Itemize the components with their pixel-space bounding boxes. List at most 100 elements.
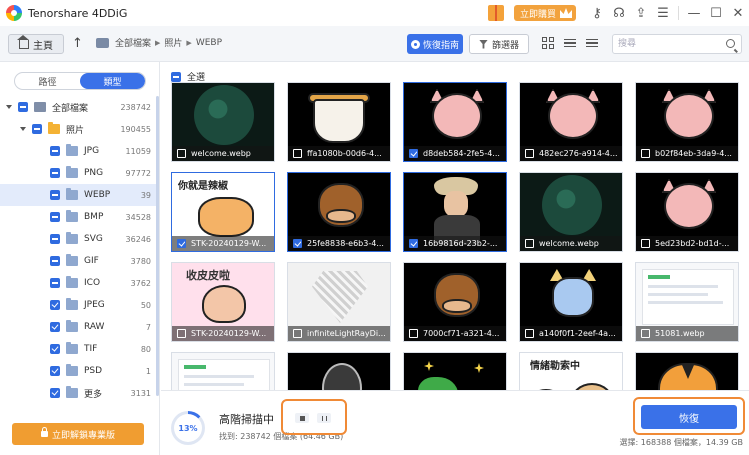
thumbnail-checkbox[interactable] xyxy=(525,149,534,158)
tree-item[interactable]: PSD 1 xyxy=(0,360,157,382)
thumbnail-checkbox[interactable] xyxy=(293,239,302,248)
minimize-icon[interactable]: — xyxy=(683,2,705,24)
tree-item-checkbox[interactable] xyxy=(50,278,60,288)
menu-icon[interactable]: ☰ xyxy=(652,2,674,24)
breadcrumb-item[interactable]: WEBP xyxy=(196,38,222,48)
thumbnail-tile[interactable]: 情緒勒索中 xyxy=(519,352,623,390)
thumbnail-tile[interactable]: 482ec276-a914-4... xyxy=(519,82,623,162)
tree-item-checkbox[interactable] xyxy=(32,124,42,134)
sidebar-scrollbar[interactable] xyxy=(156,96,159,396)
thumbnail-tile[interactable]: 51081.webp xyxy=(635,262,739,342)
thumbnail-checkbox[interactable] xyxy=(409,239,418,248)
thumbnail-checkbox[interactable] xyxy=(409,329,418,338)
tree-item-checkbox[interactable] xyxy=(50,146,60,156)
headset-icon[interactable]: ☊ xyxy=(608,2,630,24)
thumbnail-tile[interactable]: 你就是辣椒 STK-20240129-W... xyxy=(171,172,275,252)
tree-item-checkbox[interactable] xyxy=(50,234,60,244)
thumbnail-tile[interactable]: 收皮皮啦 STK-20240129-W... xyxy=(171,262,275,342)
thumbnail-checkbox[interactable] xyxy=(293,149,302,158)
filter-button[interactable]: 篩選器 xyxy=(469,34,529,54)
thumbnail-tile[interactable] xyxy=(287,352,391,390)
tree-item[interactable]: GIF 3780 xyxy=(0,250,157,272)
tree-item[interactable]: JPEG 50 xyxy=(0,294,157,316)
list-view-icon[interactable] xyxy=(563,36,577,50)
select-all-checkbox[interactable] xyxy=(171,71,181,82)
grid-view-icon[interactable] xyxy=(541,36,555,50)
thumbnail-checkbox[interactable] xyxy=(177,239,186,248)
share-icon[interactable]: ⇪ xyxy=(630,2,652,24)
thumbnail-checkbox[interactable] xyxy=(641,239,650,248)
thumbnail-tile[interactable]: 16b9816d-23b2-... xyxy=(403,172,507,252)
expand-arrow-icon[interactable] xyxy=(20,127,26,131)
thumbnail-tile[interactable]: welcome.webp xyxy=(519,172,623,252)
gift-icon[interactable] xyxy=(487,5,504,21)
tree-item-checkbox[interactable] xyxy=(50,388,60,398)
search-input[interactable] xyxy=(613,35,713,53)
thumbnail-checkbox[interactable] xyxy=(293,329,302,338)
pause-scan-button[interactable] xyxy=(317,413,331,423)
tree-item-count: 238742 xyxy=(120,102,151,112)
up-arrow-icon[interactable]: ↑ xyxy=(72,36,83,51)
thumbnail-tile[interactable] xyxy=(635,352,739,390)
home-button[interactable]: 主頁 xyxy=(8,34,64,54)
thumbnail-checkbox[interactable] xyxy=(409,149,418,158)
tree-item-checkbox[interactable] xyxy=(50,256,60,266)
tree-item-checkbox[interactable] xyxy=(18,102,28,112)
tree-item-label: 全部檔案 xyxy=(52,103,89,114)
tree-item[interactable]: ICO 3762 xyxy=(0,272,157,294)
tree-item-checkbox[interactable] xyxy=(50,344,60,354)
tree-item[interactable]: PNG 97772 xyxy=(0,162,157,184)
tree-item[interactable]: 照片 190455 xyxy=(0,118,157,140)
tree-item-checkbox[interactable] xyxy=(50,190,60,200)
search-icon[interactable] xyxy=(726,39,735,48)
thumbnail-checkbox[interactable] xyxy=(641,149,650,158)
thumbnail-tile[interactable]: ffa1080b-00d6-4... xyxy=(287,82,391,162)
thumbnail-tile[interactable] xyxy=(171,352,275,390)
thumbnail-tile[interactable]: 7000cf71-a321-4... xyxy=(403,262,507,342)
thumbnail-tile[interactable]: 25fe8838-e6b3-4... xyxy=(287,172,391,252)
thumbnail-checkbox[interactable] xyxy=(641,329,650,338)
thumbnail-checkbox[interactable] xyxy=(525,329,534,338)
thumbnail-tile[interactable]: infiniteLightRayDi... xyxy=(287,262,391,342)
thumbnail-checkbox[interactable] xyxy=(177,149,186,158)
thumbnail-image xyxy=(636,353,738,390)
unlock-pro-button[interactable]: 立即解鎖專業版 xyxy=(12,423,144,445)
recover-button[interactable]: 恢復 xyxy=(641,405,737,429)
tab-type[interactable]: 類型 xyxy=(80,73,145,89)
thumbnail-checkbox[interactable] xyxy=(525,239,534,248)
close-icon[interactable]: ✕ xyxy=(727,2,749,24)
tree-item-checkbox[interactable] xyxy=(50,168,60,178)
tree-item[interactable]: TIF 80 xyxy=(0,338,157,360)
thumbnail-tile[interactable]: a140f0f1-2eef-4a... xyxy=(519,262,623,342)
thumbnail-checkbox[interactable] xyxy=(177,329,186,338)
tree-item[interactable]: JPG 11059 xyxy=(0,140,157,162)
tree-item-checkbox[interactable] xyxy=(50,300,60,310)
maximize-icon[interactable]: ☐ xyxy=(705,2,727,24)
tree-item[interactable]: SVG 36246 xyxy=(0,228,157,250)
stop-scan-button[interactable] xyxy=(295,413,309,423)
tree-item[interactable]: WEBP 39 xyxy=(0,184,157,206)
tree-item[interactable]: 更多 3131 xyxy=(0,382,157,404)
tree-item[interactable]: RAW 7 xyxy=(0,316,157,338)
tree-item-checkbox[interactable] xyxy=(50,322,60,332)
expand-arrow-icon[interactable] xyxy=(6,105,12,109)
breadcrumb-item[interactable]: 全部檔案 xyxy=(115,36,151,49)
key-icon[interactable]: ⚷ xyxy=(586,2,608,24)
thumbnail-tile[interactable]: b02f84eb-3da9-4... xyxy=(635,82,739,162)
computer-icon xyxy=(34,102,46,112)
tree-item-count: 97772 xyxy=(125,168,151,178)
thumbnail-tile[interactable]: 5ed23bd2-bd1d-... xyxy=(635,172,739,252)
buy-now-button[interactable]: 立即購買 xyxy=(513,5,576,21)
tree-item[interactable]: 全部檔案 238742 xyxy=(0,96,157,118)
breadcrumb-item[interactable]: 照片 xyxy=(164,36,182,49)
recovery-guide-button[interactable]: 恢復指南 xyxy=(407,34,463,54)
thumbnail-tile[interactable] xyxy=(403,352,507,390)
thumbnail-tile[interactable]: d8deb584-2fe5-4... xyxy=(403,82,507,162)
tree-item[interactable]: BMP 34528 xyxy=(0,206,157,228)
tree-item-checkbox[interactable] xyxy=(50,366,60,376)
detail-view-icon[interactable] xyxy=(585,36,599,50)
tree-item-label: WEBP xyxy=(84,190,111,200)
tab-path[interactable]: 路徑 xyxy=(15,73,80,89)
tree-item-checkbox[interactable] xyxy=(50,212,60,222)
thumbnail-tile[interactable]: welcome.webp xyxy=(171,82,275,162)
